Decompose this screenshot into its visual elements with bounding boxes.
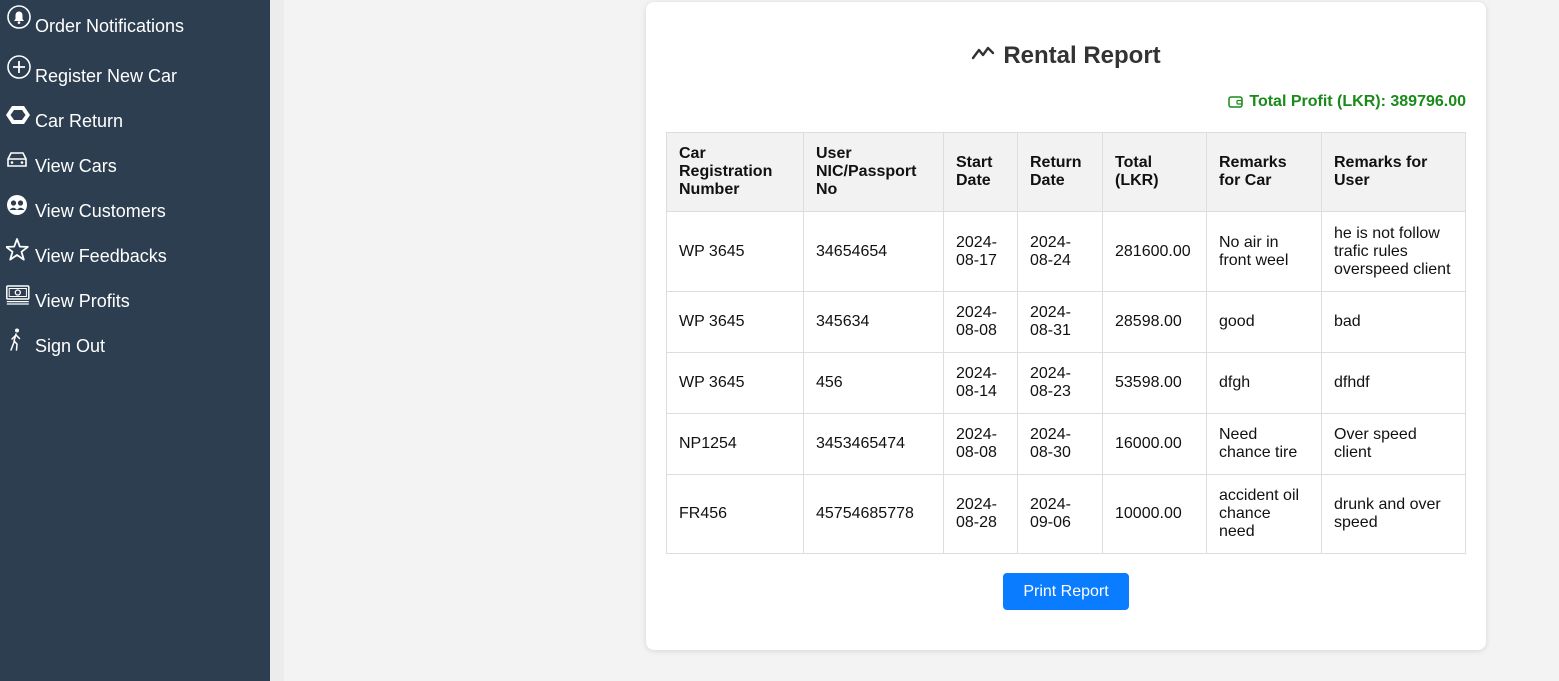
- cell-remarks-car: dfgh: [1206, 352, 1322, 414]
- sidebar-item-label: View Profits: [35, 290, 130, 311]
- cash-icon: [6, 283, 32, 309]
- cell-user-nic: 3453465474: [803, 413, 944, 475]
- cell-remarks-car: good: [1206, 291, 1322, 353]
- sidebar-item-label: View Cars: [35, 155, 117, 176]
- cell-remarks-car: accident oil chance need: [1206, 474, 1322, 554]
- cell-remarks-car: No air in front weel: [1206, 211, 1322, 292]
- sidebar-item-label: View Customers: [35, 200, 166, 221]
- total-profit-text: Total Profit (LKR): 389796.00: [1249, 93, 1466, 110]
- total-profit: Total Profit (LKR): 389796.00: [1228, 93, 1466, 111]
- column-header: Car Registration Number: [666, 132, 804, 212]
- sidebar-item-view-profits[interactable]: View Profits: [6, 283, 130, 311]
- table-row: WP 3645 34654654 2024-08-17 2024-08-24 2…: [666, 211, 1466, 292]
- cell-user-nic: 456: [803, 352, 944, 414]
- sidebar-item-label: Sign Out: [35, 335, 106, 356]
- car-icon: [6, 148, 32, 174]
- cell-return-date: 2024-08-24: [1017, 211, 1103, 292]
- sidebar-item-sign-out[interactable]: Sign Out: [6, 328, 106, 356]
- table-row: NP1254 3453465474 2024-08-08 2024-08-30 …: [666, 413, 1466, 475]
- cell-car-registration: WP 3645: [666, 291, 804, 353]
- sidebar-item-view-customers[interactable]: View Customers: [6, 193, 166, 221]
- table-header-row: Car Registration Number User NIC/Passpor…: [666, 132, 1466, 212]
- table-row: WP 3645 456 2024-08-14 2024-08-23 53598.…: [666, 352, 1466, 414]
- cell-remarks-user: dfhdf: [1321, 352, 1466, 414]
- column-header: Remarks for User: [1321, 132, 1466, 212]
- cell-car-registration: WP 3645: [666, 211, 804, 292]
- column-header: User NIC/Passport No: [803, 132, 944, 212]
- sidebar-item-label: Car Return: [35, 110, 124, 131]
- star-icon: [5, 238, 32, 264]
- walking-person-icon: [6, 328, 32, 354]
- column-header: Total (LKR): [1102, 132, 1207, 212]
- cell-return-date: 2024-08-30: [1017, 413, 1103, 475]
- cell-user-nic: 45754685778: [803, 474, 944, 554]
- page-title: Rental Report: [646, 42, 1486, 70]
- content-divider: [270, 0, 284, 681]
- cell-remarks-user: Over speed client: [1321, 413, 1466, 475]
- cell-return-date: 2024-09-06: [1017, 474, 1103, 554]
- sidebar-item-label: Order Notifications: [35, 15, 185, 36]
- cell-start-date: 2024-08-14: [943, 352, 1018, 414]
- table-row: FR456 45754685778 2024-08-28 2024-09-06 …: [666, 474, 1466, 554]
- cell-remarks-user: he is not follow trafic rules overspeed …: [1321, 211, 1466, 292]
- sidebar-item-view-feedbacks[interactable]: View Feedbacks: [5, 238, 167, 266]
- column-header: Remarks for Car: [1206, 132, 1322, 212]
- sidebar-item-view-cars[interactable]: View Cars: [6, 148, 117, 176]
- cell-remarks-user: drunk and over speed: [1321, 474, 1466, 554]
- cell-total: 53598.00: [1102, 352, 1207, 414]
- cell-user-nic: 345634: [803, 291, 944, 353]
- cell-start-date: 2024-08-08: [943, 413, 1018, 475]
- report-title: Rental Report: [1003, 42, 1161, 69]
- cell-total: 16000.00: [1102, 413, 1207, 475]
- column-header: Return Date: [1017, 132, 1103, 212]
- sidebar-item-order-notifications[interactable]: Order Notifications: [6, 5, 184, 36]
- table-row: WP 3645 345634 2024-08-08 2024-08-31 285…: [666, 291, 1466, 353]
- sidebar: Order Notifications Register New Car Car…: [0, 0, 270, 681]
- cell-remarks-car: Need chance tire: [1206, 413, 1322, 475]
- cell-start-date: 2024-08-28: [943, 474, 1018, 554]
- cell-remarks-user: bad: [1321, 291, 1466, 353]
- cell-car-registration: NP1254: [666, 413, 804, 475]
- bell-icon: [6, 5, 32, 31]
- cell-start-date: 2024-08-08: [943, 291, 1018, 353]
- line-chart-icon: [971, 42, 997, 64]
- cell-user-nic: 34654654: [803, 211, 944, 292]
- cell-total: 28598.00: [1102, 291, 1207, 353]
- wallet-icon: [1228, 96, 1244, 108]
- column-header: Start Date: [943, 132, 1018, 212]
- hexagon-icon: [6, 103, 32, 129]
- plus-circle-icon: [6, 55, 32, 81]
- sidebar-item-car-return[interactable]: Car Return: [6, 103, 124, 131]
- report-card: Rental Report Total Profit (LKR): 389796…: [646, 2, 1486, 650]
- sidebar-item-register-new-car[interactable]: Register New Car: [6, 55, 177, 86]
- sidebar-item-label: View Feedbacks: [35, 245, 167, 266]
- cell-return-date: 2024-08-31: [1017, 291, 1103, 353]
- cell-car-registration: WP 3645: [666, 352, 804, 414]
- cell-total: 10000.00: [1102, 474, 1207, 554]
- cell-return-date: 2024-08-23: [1017, 352, 1103, 414]
- cell-car-registration: FR456: [666, 474, 804, 554]
- cell-total: 281600.00: [1102, 211, 1207, 292]
- cell-start-date: 2024-08-17: [943, 211, 1018, 292]
- people-icon: [6, 193, 32, 219]
- sidebar-item-label: Register New Car: [35, 65, 178, 86]
- rental-report-table: Car Registration Number User NIC/Passpor…: [666, 132, 1466, 554]
- print-report-button[interactable]: Print Report: [1003, 573, 1129, 610]
